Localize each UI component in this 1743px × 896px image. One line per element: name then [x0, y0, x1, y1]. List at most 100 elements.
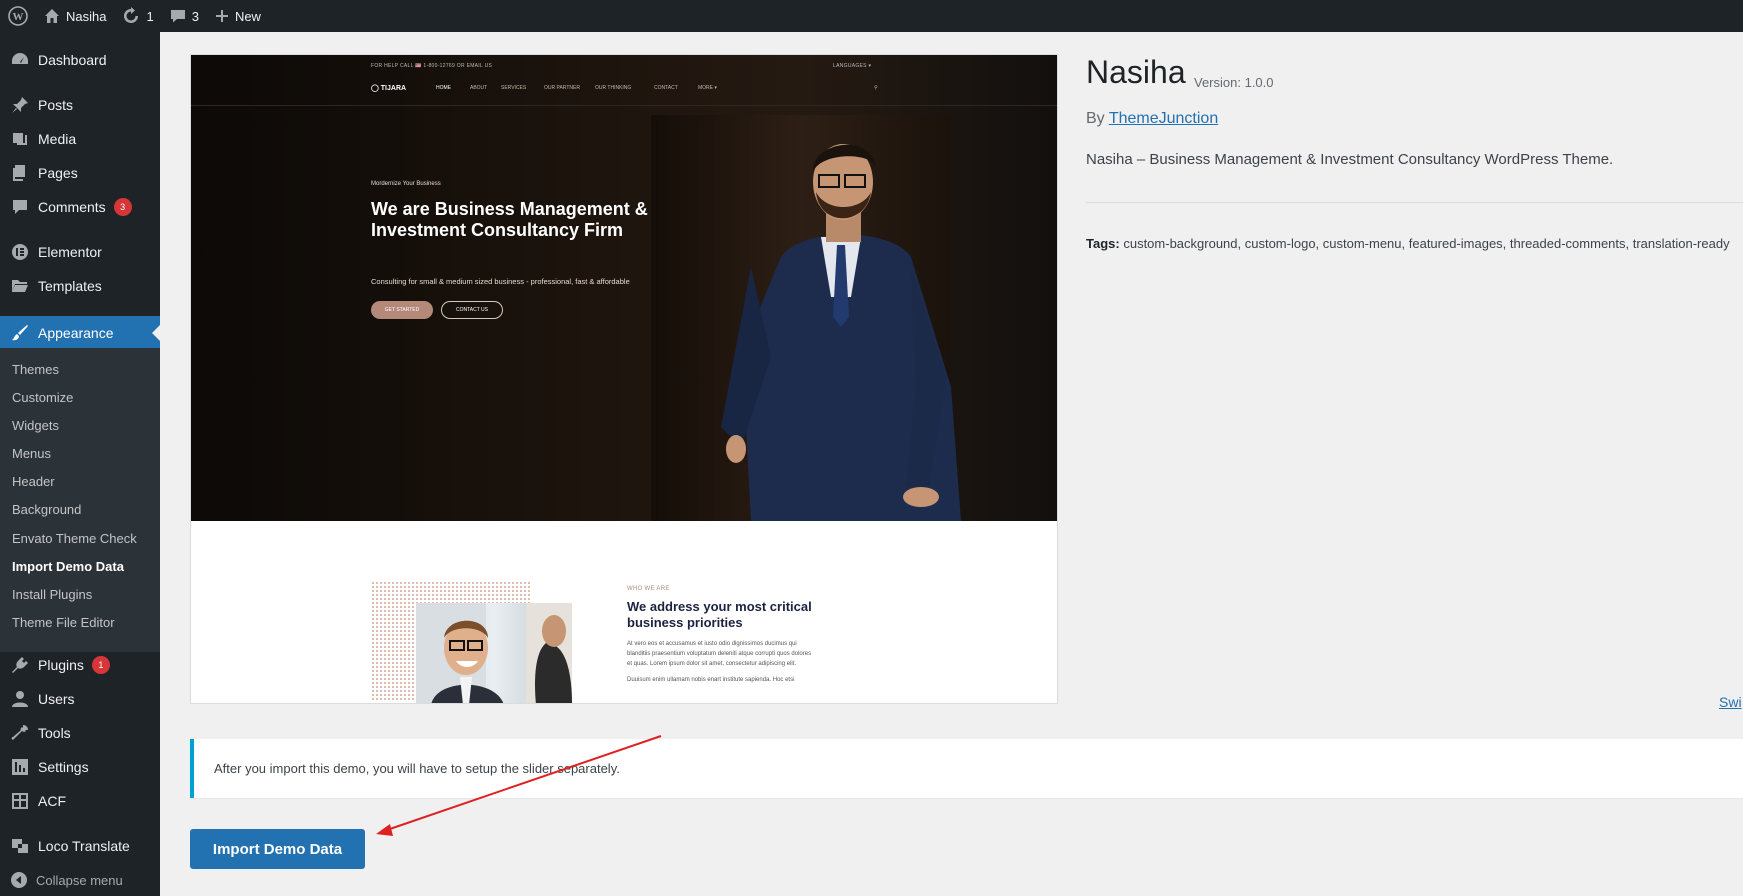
switch-theme-link[interactable]: Swi: [1719, 694, 1742, 710]
menu-label: Media: [38, 131, 77, 147]
new-content-link[interactable]: New: [207, 0, 269, 32]
admin-bar: W Nasiha 1 3 New: [0, 0, 1743, 32]
import-demo-data-button[interactable]: Import Demo Data: [190, 829, 365, 869]
preview-nav-item: HOME: [436, 85, 451, 91]
submenu-customize[interactable]: Customize: [12, 388, 73, 408]
plug-icon: [10, 655, 30, 675]
theme-divider: [1086, 202, 1743, 203]
menu-label: Tools: [38, 725, 71, 741]
svg-text:W: W: [13, 11, 24, 23]
comments-link[interactable]: 3: [162, 0, 207, 32]
wrench-icon: [10, 723, 30, 743]
theme-tags-label: Tags:: [1086, 236, 1120, 251]
theme-author-prefix: By: [1086, 110, 1105, 127]
submenu-widgets[interactable]: Widgets: [12, 416, 59, 436]
preview-who-section: WHO WE ARE We address your most critical…: [191, 521, 1057, 703]
menu-label: Plugins: [38, 657, 84, 673]
submenu-import-demo-data[interactable]: Import Demo Data: [12, 557, 124, 577]
paintbrush-icon: [10, 323, 30, 343]
preview-who-paragraph: At vero eos et accusamus et iusto odio d…: [627, 641, 812, 667]
preview-nav-item: ABOUT: [470, 85, 488, 91]
menu-pages[interactable]: Pages: [0, 156, 160, 190]
preview-search-icon: ⚲: [874, 85, 878, 91]
menu-label: Appearance: [38, 325, 114, 341]
menu-label: ACF: [38, 793, 66, 809]
submenu-theme-file-editor[interactable]: Theme File Editor: [12, 613, 115, 633]
theme-screenshot: FOR HELP CALL 🇺🇸 1-800-12769 OR EMAIL US…: [190, 54, 1058, 704]
preview-topbar-left: FOR HELP CALL 🇺🇸 1-800-12769 OR EMAIL US: [371, 63, 493, 69]
menu-elementor[interactable]: Elementor: [0, 235, 160, 269]
menu-label: Settings: [38, 759, 89, 775]
preview-divider: [191, 105, 1057, 106]
notice-text: After you import this demo, you will hav…: [214, 761, 620, 776]
menu-acf[interactable]: ACF: [0, 784, 160, 818]
comments-icon: [10, 197, 30, 217]
preview-hero-subtitle: Consulting for small & medium sized busi…: [371, 277, 630, 286]
preview-who-title: We address your most critical business p…: [627, 599, 812, 630]
comments-count: 3: [191, 8, 199, 24]
theme-author: By ThemeJunction: [1086, 110, 1218, 128]
admin-sidebar: Dashboard Posts Media Pages Comments 3 E…: [0, 32, 160, 896]
collapse-menu-button[interactable]: Collapse menu: [10, 871, 123, 889]
translate-icon: [10, 836, 30, 856]
home-icon: [45, 9, 59, 23]
pages-icon: [10, 163, 30, 183]
submenu-envato-theme-check[interactable]: Envato Theme Check: [12, 529, 137, 549]
preview-hero: FOR HELP CALL 🇺🇸 1-800-12769 OR EMAIL US…: [191, 55, 1057, 521]
menu-plugins[interactable]: Plugins 1: [0, 648, 160, 682]
collapse-label: Collapse menu: [36, 872, 123, 888]
preview-contact-button: CONTACT US: [441, 301, 503, 319]
preview-who-paragraph: Duuisum enim ullamam nobis enart institu…: [627, 677, 795, 683]
preview-who-text: At vero eos et accusamus et iusto odio d…: [627, 639, 817, 685]
preview-languages: LANGUAGES ▾: [833, 63, 872, 69]
updates-link[interactable]: 1: [114, 0, 161, 32]
updates-icon: [124, 7, 139, 23]
preview-kicker: Mordernize Your Business: [371, 181, 441, 187]
updates-count: 1: [146, 8, 154, 24]
preview-logo: ◯ TIJARA: [371, 85, 407, 92]
menu-posts[interactable]: Posts: [0, 88, 160, 122]
menu-label: Elementor: [38, 244, 102, 260]
plugins-badge: 1: [91, 656, 110, 674]
submenu-header[interactable]: Header: [12, 472, 55, 492]
submenu-menus[interactable]: Menus: [12, 444, 51, 464]
submenu-install-plugins[interactable]: Install Plugins: [12, 585, 92, 605]
submenu-background[interactable]: Background: [12, 500, 81, 520]
menu-templates[interactable]: Templates: [0, 269, 160, 303]
preview-nav-item: OUR PARTNER: [544, 85, 580, 91]
menu-tools[interactable]: Tools: [0, 716, 160, 750]
preview-nav-item: MORE ▾: [698, 85, 717, 91]
collapse-arrow-icon: [11, 872, 27, 888]
plus-icon: [215, 10, 228, 22]
preview-nav: ◯ TIJARA HOME ABOUT SERVICES OUR PARTNER…: [371, 85, 881, 95]
site-name-link[interactable]: Nasiha: [36, 0, 114, 32]
wordpress-logo-icon[interactable]: W: [0, 0, 36, 32]
settings-sliders-icon: [10, 757, 30, 777]
menu-label: Users: [38, 691, 75, 707]
user-icon: [10, 689, 30, 709]
theme-name: Nasiha: [1086, 54, 1186, 90]
menu-dashboard[interactable]: Dashboard: [0, 43, 160, 77]
preview-hero-title: We are Business Management & Investment …: [371, 199, 648, 240]
menu-label: Loco Translate: [38, 838, 130, 854]
menu-loco-translate[interactable]: Loco Translate: [0, 829, 160, 863]
folder-icon: [10, 276, 30, 296]
site-name: Nasiha: [66, 8, 107, 24]
new-label: New: [234, 8, 261, 24]
theme-author-link[interactable]: ThemeJunction: [1109, 110, 1218, 127]
preview-topbar: FOR HELP CALL 🇺🇸 1-800-12769 OR EMAIL US…: [371, 63, 871, 69]
preview-nav-item: OUR THINKING: [595, 85, 632, 91]
submenu-themes[interactable]: Themes: [12, 360, 59, 380]
comments-badge: 3: [113, 198, 132, 216]
menu-appearance[interactable]: Appearance: [0, 316, 160, 350]
pushpin-icon: [10, 95, 30, 115]
media-icon: [10, 129, 30, 149]
preview-team-photo: [416, 603, 572, 703]
menu-settings[interactable]: Settings: [0, 750, 160, 784]
comment-bubble-icon: [170, 10, 185, 23]
menu-media[interactable]: Media: [0, 122, 160, 156]
menu-users[interactable]: Users: [0, 682, 160, 716]
preview-businessman-photo: [721, 144, 961, 521]
menu-comments[interactable]: Comments 3: [0, 190, 160, 224]
appearance-submenu: Themes Customize Widgets Menus Header Ba…: [0, 348, 160, 652]
